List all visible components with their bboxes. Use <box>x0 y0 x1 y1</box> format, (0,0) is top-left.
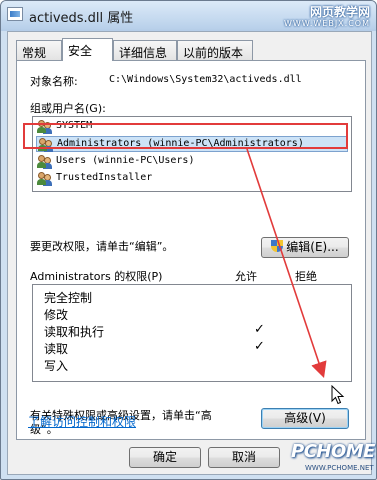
permission-name: 读取 <box>44 342 69 356</box>
permission-row <box>33 373 351 382</box>
security-panel: 对象名称: C:\Windows\System32\activeds.dll 组… <box>16 60 366 440</box>
list-item[interactable]: Users (winnie-PC\Users) <box>36 154 348 170</box>
watermark-top-sub: WWW.WEBJX.COM <box>284 19 370 28</box>
mouse-pointer-icon <box>331 385 345 405</box>
allow-check: ✓ <box>254 322 265 337</box>
group-name: TrustedInstaller <box>56 172 153 183</box>
permissions-list: 完全控制 修改 读取和执行 ✓ 读取 ✓ 写入 <box>32 284 352 382</box>
allow-header: 允许 <box>235 270 257 283</box>
change-permissions-hint: 要更改权限，请单击“编辑”。 <box>30 240 174 253</box>
tab-security[interactable]: 安全 <box>62 38 113 61</box>
group-name: Users (winnie-PC\Users) <box>56 155 195 166</box>
permission-row: 写入 <box>33 357 351 374</box>
permission-name: 完全控制 <box>44 291 93 305</box>
permission-row: 读取 ✓ <box>33 339 351 357</box>
list-item[interactable]: TrustedInstaller <box>36 171 348 187</box>
selection-highlight-annotation <box>23 123 348 149</box>
permission-name: 读取和执行 <box>44 325 105 339</box>
permission-row: 修改 <box>33 306 351 323</box>
edit-button[interactable]: 编辑(E)... <box>261 237 349 258</box>
user-group-icon <box>37 172 52 186</box>
permission-row: 读取和执行 ✓ <box>33 322 351 340</box>
uac-shield-icon <box>271 240 284 253</box>
watermark-top: 网页教学网 WWW.WEBJX.COM <box>284 5 370 28</box>
learn-access-control-link[interactable]: 了解访问控制和权限 <box>28 413 136 430</box>
watermark-bottom-url: WWW.PCHOME.NET <box>305 464 374 472</box>
user-group-icon <box>37 155 52 169</box>
allow-check: ✓ <box>254 339 265 354</box>
watermark-top-main: 网页教学网 <box>309 5 370 19</box>
tab-general[interactable]: 常规 <box>16 40 62 60</box>
title-bar[interactable]: activeds.dll 属性 网页教学网 WWW.WEBJX.COM <box>1 1 376 29</box>
tab-details[interactable]: 详细信息 <box>113 40 177 60</box>
dialog-body: 常规 安全 详细信息 以前的版本 对象名称: C:\Windows\System… <box>7 31 372 475</box>
cancel-button[interactable]: 取消 <box>208 447 280 468</box>
file-icon <box>7 7 23 21</box>
edit-button-label: 编辑(E)... <box>286 240 339 254</box>
tab-previous-versions[interactable]: 以前的版本 <box>177 40 253 60</box>
permissions-header: Administrators 的权限(P) <box>30 270 163 283</box>
window-title: activeds.dll 属性 <box>29 11 134 26</box>
groups-label: 组或用户名(G): <box>30 102 106 115</box>
permission-row: 完全控制 <box>33 289 351 306</box>
object-name-value: C:\Windows\System32\activeds.dll <box>109 74 302 85</box>
deny-header: 拒绝 <box>295 270 317 283</box>
permission-name: 修改 <box>44 308 69 322</box>
watermark-bottom: PCHOME WWW.PCHOME.NET <box>291 441 375 477</box>
properties-dialog: activeds.dll 属性 网页教学网 WWW.WEBJX.COM 常规 安… <box>0 0 377 480</box>
ok-button[interactable]: 确定 <box>129 447 201 468</box>
watermark-bottom-logo: PCHOME <box>291 441 375 462</box>
object-name-label: 对象名称: <box>30 75 78 88</box>
permission-name: 写入 <box>44 359 69 373</box>
advanced-button[interactable]: 高级(V) <box>261 408 349 429</box>
